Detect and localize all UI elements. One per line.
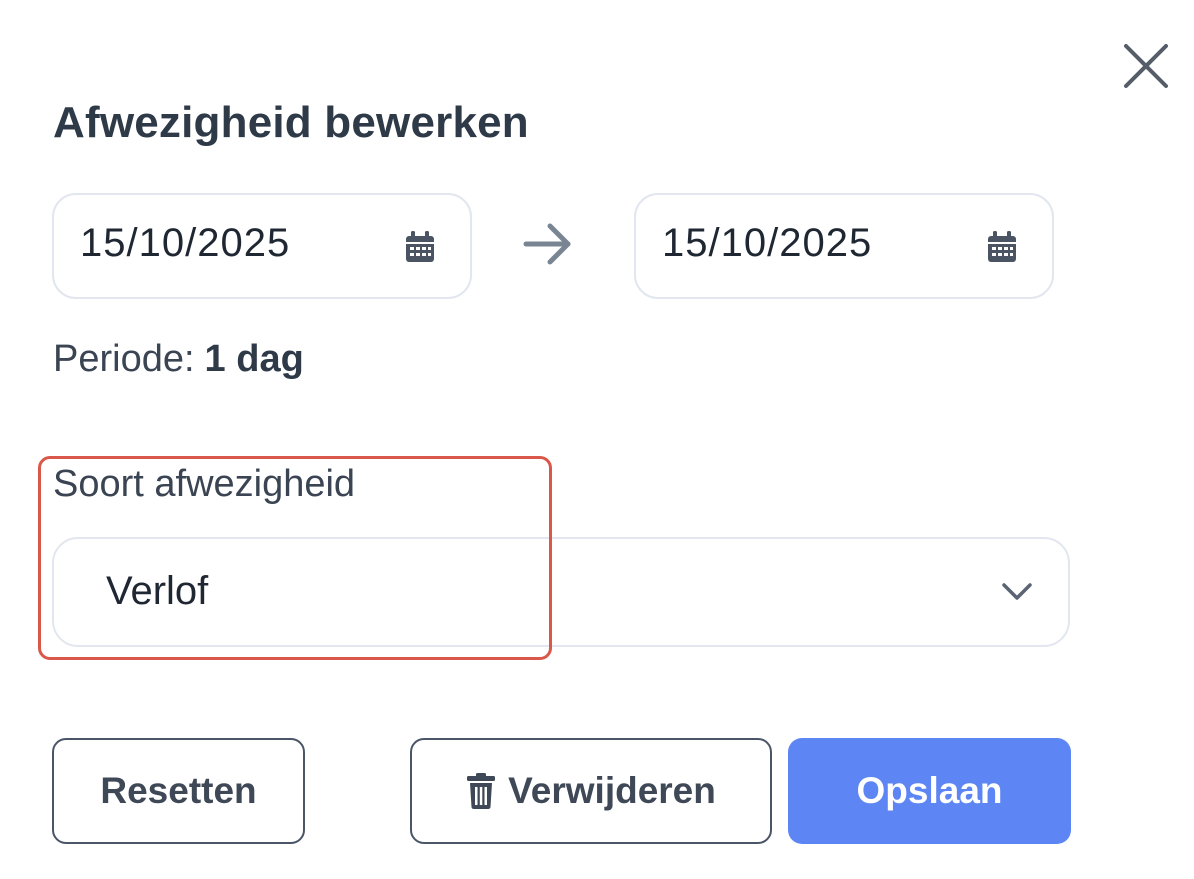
- calendar-icon[interactable]: [402, 229, 438, 265]
- period-value: 1 dag: [204, 338, 304, 380]
- start-date-value: 15/10/2025: [80, 221, 291, 265]
- delete-button[interactable]: Verwijderen: [410, 738, 772, 844]
- end-date-value: 15/10/2025: [662, 221, 873, 265]
- dialog-title: Afwezigheid bewerken: [53, 98, 529, 147]
- delete-button-label: Verwijderen: [508, 770, 716, 811]
- trash-icon: [467, 773, 496, 809]
- period-summary: Periode: 1 dag: [53, 338, 304, 381]
- save-button[interactable]: Opslaan: [788, 738, 1071, 844]
- period-label: Periode:: [53, 338, 195, 380]
- close-icon: [1124, 44, 1168, 88]
- reset-button-label: Resetten: [100, 770, 257, 811]
- absence-type-label: Soort afwezigheid: [53, 463, 356, 505]
- close-button[interactable]: [1120, 40, 1172, 92]
- absence-type-select[interactable]: Verlof: [52, 537, 1070, 647]
- end-date-field[interactable]: 15/10/2025: [634, 193, 1054, 299]
- reset-button[interactable]: Resetten: [52, 738, 305, 844]
- chevron-down-icon: [1002, 583, 1032, 600]
- calendar-icon[interactable]: [984, 229, 1020, 265]
- save-button-label: Opslaan: [856, 770, 1003, 811]
- start-date-field[interactable]: 15/10/2025: [52, 193, 472, 299]
- arrow-right-icon: [523, 223, 571, 265]
- absence-type-value: Verlof: [106, 569, 209, 613]
